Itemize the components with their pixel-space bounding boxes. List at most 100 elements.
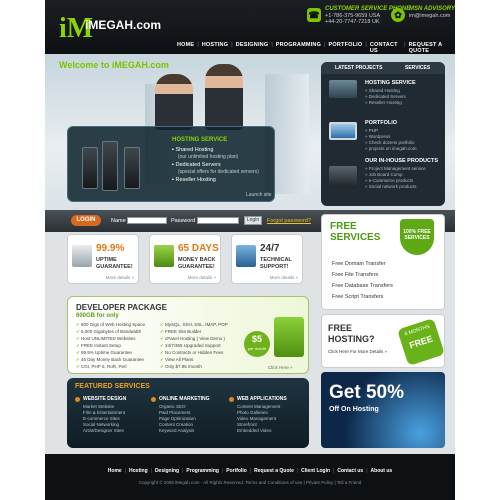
free-hosting-title: HOSTING? bbox=[328, 334, 375, 344]
password-input[interactable] bbox=[197, 217, 239, 224]
nav-request-quote[interactable]: REQUEST A QUOTE bbox=[409, 42, 455, 54]
free-service-item[interactable]: Free Domain Transfer bbox=[332, 261, 386, 267]
developer-more-link[interactable]: Click Here » bbox=[268, 365, 293, 370]
login-badge: LOGIN bbox=[71, 215, 101, 226]
rsec-line[interactable]: » Reseller Hosting bbox=[365, 100, 402, 106]
developer-feature-text: 6,000 Gigabytes of Bandwidth bbox=[81, 329, 142, 334]
price-per: per month bbox=[247, 346, 266, 351]
feature-more-link[interactable]: More details » bbox=[270, 275, 298, 280]
developer-title: DEVELOPER PACKAGE bbox=[76, 303, 167, 312]
developer-feature: ✓ FREE Site Builder bbox=[160, 329, 201, 335]
developer-feature-text[interactable]: View All Plans bbox=[165, 357, 193, 362]
nav-home[interactable]: HOME bbox=[177, 42, 194, 54]
featured-services-box: FEATURED SERVICES WEBSITE DESIGN Market … bbox=[67, 378, 309, 448]
msn-title: MSN ADVISORY bbox=[409, 6, 455, 12]
copyright-text: Copyright © 2009 iMegah.com - All Rights… bbox=[138, 480, 362, 485]
feature-line: UPTIME bbox=[96, 257, 117, 263]
feature-big: 24/7 bbox=[260, 243, 280, 254]
free-service-item[interactable]: Free File Transfers bbox=[332, 272, 378, 278]
discount-promo-banner[interactable]: Get 50% Off On Hosting bbox=[321, 372, 445, 448]
hosting-service-box: HOSTING SERVICE ▪ Shared Hosting (our un… bbox=[67, 126, 275, 202]
free-service-item[interactable]: Free Script Transfers bbox=[332, 294, 383, 300]
nav-hosting[interactable]: HOSTING bbox=[202, 42, 228, 54]
server-icon bbox=[102, 141, 118, 191]
developer-feature-text: FREE Instant Setup bbox=[81, 343, 121, 348]
footer-link-hosting[interactable]: Hosting bbox=[129, 468, 148, 474]
site-header: iM iMEGAH.com ☎ CUSTOMER SERVICE PHONE +… bbox=[45, 0, 455, 54]
footer-link-about[interactable]: About us bbox=[371, 468, 393, 474]
developer-feature: ✓ 45 Day Money Back Guarantee bbox=[76, 357, 144, 363]
developer-feature-text: 600 Gigs of Web Hosting Space bbox=[81, 322, 146, 327]
main-nav: HOME | HOSTING | DESIGNING | PROGRAMMING | P… bbox=[177, 42, 455, 54]
logo-text[interactable]: iMEGAH.com bbox=[85, 18, 161, 32]
check-icon: ✓ bbox=[160, 364, 164, 369]
server-icon bbox=[274, 317, 304, 357]
footer-link-request-quote[interactable]: Request a Quote bbox=[254, 468, 294, 474]
phone-icon: ☎ bbox=[307, 8, 321, 22]
nav-programming[interactable]: PROGRAMMING bbox=[276, 42, 321, 54]
featured-item[interactable]: Keyword Analysis bbox=[159, 428, 194, 434]
developer-feature-text: 24/7/365 Upgraded Support bbox=[165, 343, 221, 348]
feature-box-support[interactable]: 24/7 TECHNICAL SUPPORT! More details » bbox=[231, 234, 303, 284]
free-hosting-box[interactable]: FREE HOSTING? Click Here For More Detail… bbox=[321, 314, 445, 368]
footer-separator: | bbox=[249, 468, 252, 474]
featured-item[interactable]: Artist/Designer Sites bbox=[83, 428, 124, 434]
feature-line: TECHNICAL bbox=[260, 257, 292, 263]
rsec-title-hosting[interactable]: HOSTING SERVICE bbox=[365, 80, 416, 86]
footer-link-contact[interactable]: Contact us bbox=[337, 468, 363, 474]
right-panel: LATEST PROJECTS SERVICES HOSTING SERVICE… bbox=[321, 62, 445, 206]
footer-link-programming[interactable]: Programming bbox=[186, 468, 219, 474]
launch-site-link[interactable]: Launch site bbox=[246, 192, 272, 198]
footer-link-home[interactable]: Home bbox=[108, 468, 122, 474]
nav-separator: | bbox=[197, 42, 199, 48]
free-service-item[interactable]: Free Database Transfers bbox=[332, 283, 393, 289]
footer-link-client-login[interactable]: Client Login bbox=[301, 468, 330, 474]
check-icon: ✓ bbox=[160, 322, 164, 327]
check-icon: ✓ bbox=[160, 329, 164, 334]
rsec-title-portfolio[interactable]: PORTFOLIO bbox=[365, 120, 397, 126]
bullet-icon bbox=[229, 397, 234, 402]
check-icon: ✓ bbox=[160, 336, 164, 341]
hosting-item-reseller[interactable]: ▪ Reseller Hosting bbox=[172, 177, 216, 183]
hosting-item-dedicated[interactable]: ▪ Dedicated Servers bbox=[172, 162, 221, 168]
featured-item[interactable]: Embedded Video bbox=[237, 428, 271, 434]
right-panel-tabs: LATEST PROJECTS SERVICES bbox=[321, 62, 445, 74]
rsec-title-products[interactable]: OUR IN-HOUSE PRODUCTS bbox=[365, 158, 438, 164]
msn-email[interactable]: im@imegah.com bbox=[409, 13, 450, 19]
developer-feature-text: No Contracts or Hidden Fees bbox=[165, 350, 224, 355]
name-input[interactable] bbox=[127, 217, 167, 224]
tab-latest-projects[interactable]: LATEST PROJECTS bbox=[335, 65, 382, 71]
msn-icon: ✿ bbox=[391, 8, 405, 22]
nav-designing[interactable]: DESIGNING bbox=[236, 42, 269, 54]
feature-box-uptime[interactable]: 99.9% UPTIME GUARANTEE! More details » bbox=[67, 234, 139, 284]
feature-more-link[interactable]: More details » bbox=[188, 275, 216, 280]
free-hosting-link[interactable]: Click Here For More Details » bbox=[328, 349, 387, 354]
check-icon: ✓ bbox=[160, 350, 164, 355]
check-icon: ✓ bbox=[76, 329, 80, 334]
featured-services-title: FEATURED SERVICES bbox=[75, 383, 150, 390]
promo-subtitle: Off On Hosting bbox=[329, 406, 379, 413]
nav-portfolio[interactable]: PORTFOLIO bbox=[329, 42, 363, 54]
hosting-item-shared[interactable]: ▪ Shared Hosting bbox=[172, 147, 213, 153]
footer-link-portfolio[interactable]: Portfolio bbox=[226, 468, 247, 474]
developer-feature: ✓ 99.9% Uptime Guarantee bbox=[76, 350, 132, 356]
server-thumbnail bbox=[329, 166, 357, 188]
developer-feature-text[interactable]: cPanel Hosting ( View Demo ) bbox=[165, 336, 225, 341]
featured-column-head[interactable]: ONLINE MARKETING bbox=[159, 396, 210, 402]
tab-services[interactable]: SERVICES bbox=[405, 65, 430, 71]
feature-line: SUPPORT! bbox=[260, 264, 289, 270]
developer-feature: ✓ 600 Gigs of Web Hosting Space bbox=[76, 322, 145, 328]
featured-column-head[interactable]: WEBSITE DESIGN bbox=[83, 396, 126, 402]
password-label: Password bbox=[171, 218, 196, 224]
forgot-password-link[interactable]: Forgot password? bbox=[267, 218, 311, 224]
footer-link-designing[interactable]: Designing bbox=[155, 468, 179, 474]
featured-column-head[interactable]: WEB APPLICATIONS bbox=[237, 396, 287, 402]
developer-feature-text: 99.9% Uptime Guarantee bbox=[81, 350, 132, 355]
feature-box-money-back[interactable]: 65 DAYS MONEY BACK GUARANTEE! More detai… bbox=[149, 234, 221, 284]
rsec-line[interactable]: » projects on imegah.com bbox=[365, 146, 417, 152]
rsec-line[interactable]: » Social network products bbox=[365, 184, 417, 190]
nav-contact-us[interactable]: CONTACT US bbox=[370, 42, 401, 54]
login-button[interactable]: Login bbox=[244, 216, 262, 225]
feature-more-link[interactable]: More details » bbox=[106, 275, 134, 280]
logo-mark[interactable]: iM bbox=[59, 14, 93, 44]
